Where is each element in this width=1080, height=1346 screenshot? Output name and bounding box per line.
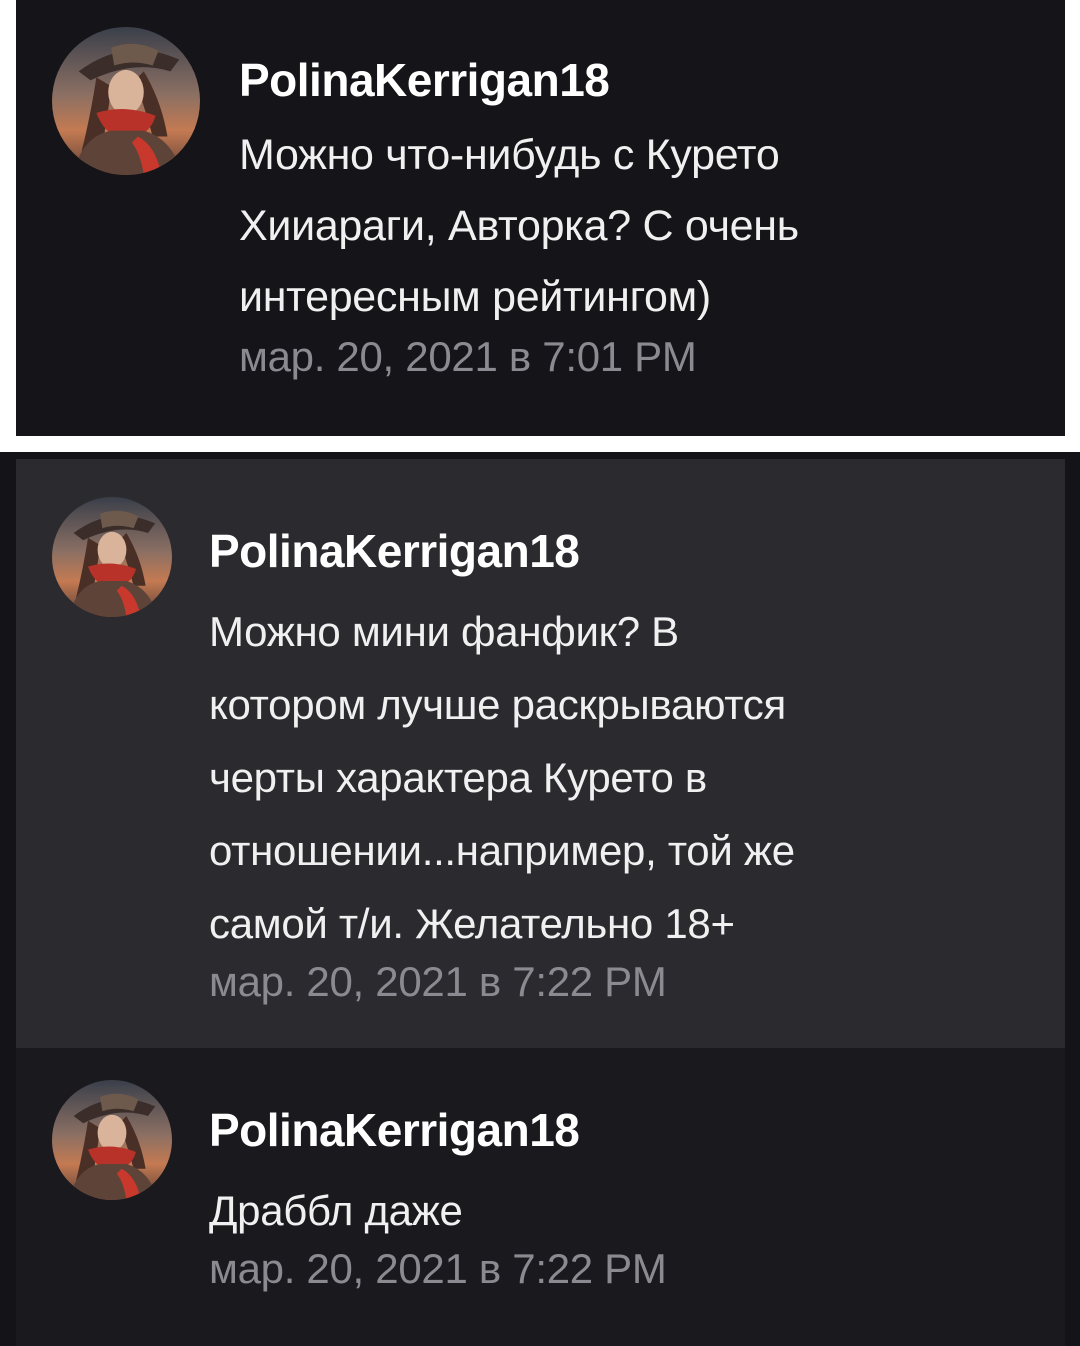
comment-username[interactable]: PolinaKerrigan18 — [209, 521, 1029, 581]
message-line: Можно что-нибудь с Курето — [239, 131, 780, 179]
comment-screenshot-1: PolinaKerrigan18 Можно что-нибудь с Куре… — [0, 0, 1080, 452]
message-line: черты характера Курето в — [209, 754, 707, 801]
comment-card: PolinaKerrigan18 Можно мини фанфик? В ко… — [16, 459, 1065, 1048]
user-avatar-icon[interactable] — [52, 497, 172, 617]
comment-message: Драббл даже — [209, 1174, 1029, 1247]
comment-username[interactable]: PolinaKerrigan18 — [209, 1100, 1029, 1160]
comment-screenshot-3: PolinaKerrigan18 Драббл даже мар. 20, 20… — [0, 1048, 1080, 1346]
message-line: Драббл даже — [209, 1187, 463, 1234]
comment-timestamp: мар. 20, 2021 в 7:01 PM — [239, 333, 697, 380]
comment-timestamp: мар. 20, 2021 в 7:22 PM — [209, 1245, 667, 1292]
comment-screenshot-2: PolinaKerrigan18 Можно мини фанфик? В ко… — [0, 452, 1080, 1048]
message-line: Можно мини фанфик? В — [209, 608, 679, 655]
message-line: Хииараги, Авторка? С очень — [239, 202, 799, 250]
message-line: отношении...например, той же — [209, 827, 795, 874]
comment-body: PolinaKerrigan18 Можно что-нибудь с Куре… — [239, 50, 1039, 385]
message-line: котором лучше раскрываются — [209, 681, 786, 728]
comment-message: Можно мини фанфик? В котором лучше раскр… — [209, 595, 1029, 960]
comment-message: Можно что-нибудь с Курето Хииараги, Авто… — [239, 120, 1039, 333]
comment-timestamp: мар. 20, 2021 в 7:22 PM — [209, 958, 667, 1005]
message-line: самой т/и. Желательно 18+ — [209, 900, 735, 947]
user-avatar-icon[interactable] — [52, 27, 200, 175]
user-avatar-icon[interactable] — [52, 1080, 172, 1200]
message-line: интересным рейтингом) — [239, 273, 711, 321]
comment-username[interactable]: PolinaKerrigan18 — [239, 50, 1039, 110]
comment-body: PolinaKerrigan18 Драббл даже мар. 20, 20… — [209, 1100, 1029, 1297]
comment-card: PolinaKerrigan18 Можно что-нибудь с Куре… — [16, 0, 1065, 436]
comment-card: PolinaKerrigan18 Драббл даже мар. 20, 20… — [16, 1048, 1065, 1346]
comment-body: PolinaKerrigan18 Можно мини фанфик? В ко… — [209, 521, 1029, 1010]
